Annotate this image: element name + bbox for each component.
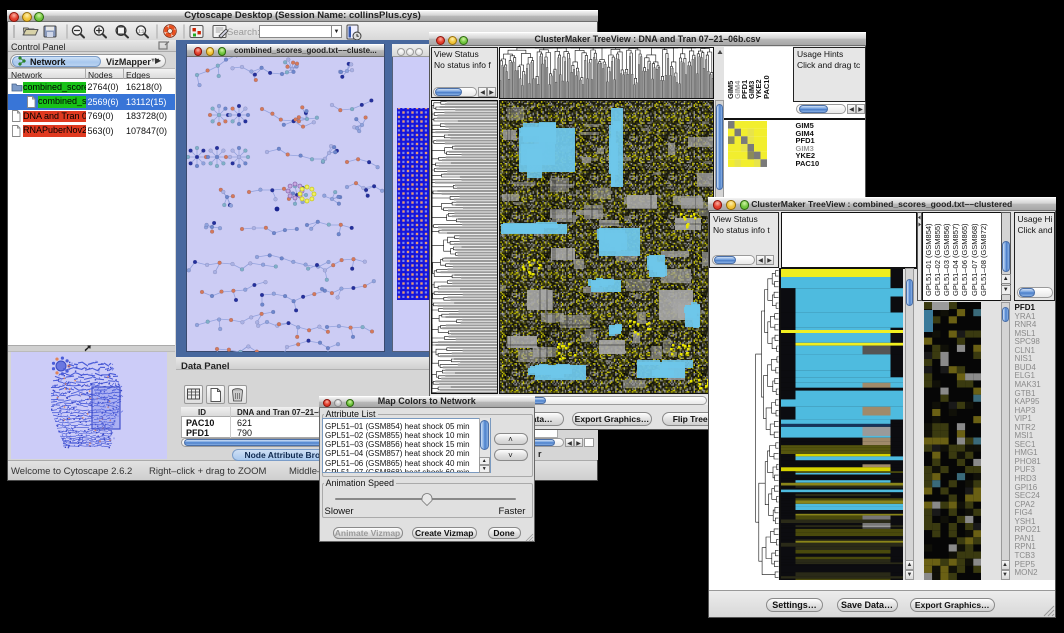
svg-text:1:1: 1:1 bbox=[138, 29, 145, 34]
